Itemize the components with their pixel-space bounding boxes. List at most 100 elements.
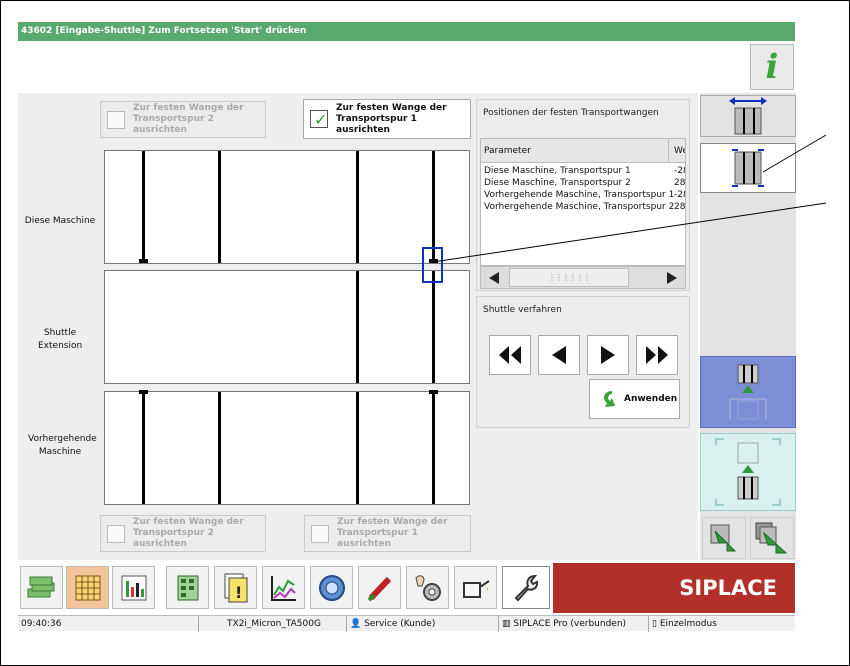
rail-left [142, 151, 145, 260]
service-settings-button[interactable] [406, 566, 449, 609]
fixed-rail-icon [732, 149, 764, 187]
positions-title: Positionen der festen Transportwangen [483, 108, 659, 118]
highlight-marker [422, 247, 443, 283]
feeder-grid-button[interactable] [66, 566, 109, 609]
step-backward-icon [552, 346, 566, 364]
status-bar: 09:40:36 TX2i_Micron_TA500G 👤 Service (K… [18, 615, 795, 632]
align-track1-bottom-button[interactable]: Zur festen Wange der Transportspur 1 aus… [304, 515, 471, 552]
fast-forward-button[interactable] [636, 335, 678, 375]
camera-button[interactable] [310, 566, 353, 609]
apply-label: Anwenden [624, 394, 678, 404]
connection-icon: ▥ [502, 619, 511, 629]
apply-arrow-icon [604, 391, 615, 407]
view-track-width-button[interactable] [700, 95, 796, 137]
status-user-segment: 👤 Service (Kunde) [346, 616, 498, 632]
wrench-icon [514, 574, 539, 601]
fast-forward-icon [646, 346, 668, 364]
row-label-previous-machine: Vorhergehende Maschine [28, 434, 97, 457]
horizontal-scrollbar[interactable]: ⋮⋮⋮⋮⋮⋮ [480, 266, 686, 289]
info-button[interactable]: i [750, 44, 794, 90]
green-double-arrow-icon [755, 522, 788, 554]
status-mode-segment: ▯ Einzelmodus [648, 616, 795, 632]
svg-text:!: ! [235, 583, 242, 602]
board-layout-icon [177, 575, 198, 600]
rail [356, 151, 359, 263]
align-track1-top-button[interactable]: ✓ Zur festen Wange der Transportspur 1 a… [303, 99, 471, 139]
rail [432, 271, 435, 383]
scroll-right-icon[interactable] [661, 269, 683, 286]
nozzle-tool-button[interactable] [358, 566, 401, 609]
station-status-button[interactable] [112, 566, 155, 609]
align-track2-bottom-button[interactable]: Zur festen Wange der Transportspur 2 aus… [100, 515, 266, 552]
window-title: 43602 [Eingabe-Shuttle] Zum Fortsetzen '… [18, 22, 795, 41]
scroll-thumb[interactable]: ⋮⋮⋮⋮⋮⋮ [509, 268, 629, 287]
board-layout-button[interactable] [166, 566, 209, 609]
warning-doc-icon: ! [224, 573, 247, 602]
transfer-down-button[interactable] [700, 356, 796, 428]
align-track1-bottom-label: Zur festen Wange der Transportspur 1 aus… [337, 517, 448, 549]
rail-right [432, 151, 435, 260]
nozzle-tool-icon [367, 576, 391, 601]
money-stack-button[interactable] [20, 566, 63, 609]
warnings-button[interactable]: ! [214, 566, 257, 609]
row-label-shuttle: Shuttle Extension [38, 328, 83, 351]
row-label-this-machine: Diese Maschine [24, 216, 96, 226]
track-previous-machine [104, 390, 470, 505]
apply-button[interactable]: Anwenden [589, 379, 680, 419]
status-connection-segment: ▥ SIPLACE Pro (verbunden) [498, 616, 648, 632]
station-status-icon [121, 575, 146, 600]
align-track2-bottom-label: Zur festen Wange der Transportspur 2 aus… [133, 517, 244, 549]
back-all-button[interactable] [750, 517, 794, 559]
info-icon: i [765, 47, 779, 87]
align-track2-bottom-checkbox[interactable] [107, 524, 125, 543]
step-forward-icon [601, 346, 615, 364]
shuttle-move-panel: Shuttle verfahren Anwenden [476, 296, 690, 428]
align-track2-top-checkbox[interactable] [107, 110, 125, 129]
feeder-grid-icon [75, 575, 100, 600]
positions-table[interactable]: Parameter We Diese Maschine, Transportsp… [480, 138, 686, 266]
transfer-up-button[interactable] [700, 433, 796, 511]
header-value[interactable]: We [671, 139, 685, 163]
align-track1-bottom-checkbox[interactable] [311, 524, 329, 543]
rail [356, 392, 359, 504]
track-this-machine [104, 150, 470, 264]
oil-maintenance-button[interactable] [454, 566, 497, 609]
rail [218, 392, 221, 504]
align-track2-top-button[interactable]: Zur festen Wange der Transportspur 2 aus… [100, 101, 266, 138]
rail-left [142, 394, 145, 504]
step-backward-button[interactable] [538, 335, 580, 375]
back-one-button[interactable] [702, 517, 746, 559]
align-track1-top-checkbox[interactable]: ✓ [310, 110, 328, 129]
fast-backward-button[interactable] [489, 335, 531, 375]
header-parameter[interactable]: Parameter [481, 139, 669, 163]
brand-logo: SIPLACE [553, 563, 795, 613]
table-header: Parameter We [481, 139, 685, 163]
align-track2-top-label: Zur festen Wange der Transportspur 2 aus… [133, 103, 244, 135]
cell-parameter: Diese Maschine, Transportspur 1 [484, 166, 631, 176]
table-row[interactable]: Diese Maschine, Transportspur 2 281 [481, 177, 685, 189]
track-shuttle [104, 270, 470, 384]
table-row[interactable]: Vorhergehende Maschine, Transportspur 2 … [481, 201, 685, 213]
status-machine: TX2i_Micron_TA500G [198, 616, 346, 632]
rail [218, 151, 221, 263]
status-connection: SIPLACE Pro (verbunden) [513, 619, 627, 629]
cell-value: 281 [674, 178, 686, 188]
scroll-left-icon[interactable] [483, 269, 505, 286]
statistics-chart-icon [270, 575, 296, 601]
transfer-down-icon [729, 364, 767, 420]
cell-parameter: Diese Maschine, Transportspur 2 [484, 178, 631, 188]
gear-hand-icon [414, 574, 441, 601]
statistics-button[interactable] [262, 566, 305, 609]
wrench-tools-button[interactable] [502, 566, 550, 609]
cell-parameter: Vorhergehende Maschine, Transportspur 2 [484, 202, 675, 212]
table-row[interactable]: Vorhergehende Maschine, Transportspur 1 … [481, 189, 685, 201]
step-forward-button[interactable] [587, 335, 629, 375]
cell-parameter: Vorhergehende Maschine, Transportspur 1 [484, 190, 675, 200]
green-arrow-icon [710, 524, 737, 552]
cell-value: 281 [674, 202, 686, 212]
view-fixed-rail-button[interactable] [700, 143, 796, 193]
table-row[interactable]: Diese Maschine, Transportspur 1 -28 [481, 165, 685, 177]
align-track1-top-label: Zur festen Wange der Transportspur 1 aus… [336, 102, 447, 135]
oil-can-icon [462, 579, 490, 598]
status-user: Service (Kunde) [364, 619, 436, 629]
